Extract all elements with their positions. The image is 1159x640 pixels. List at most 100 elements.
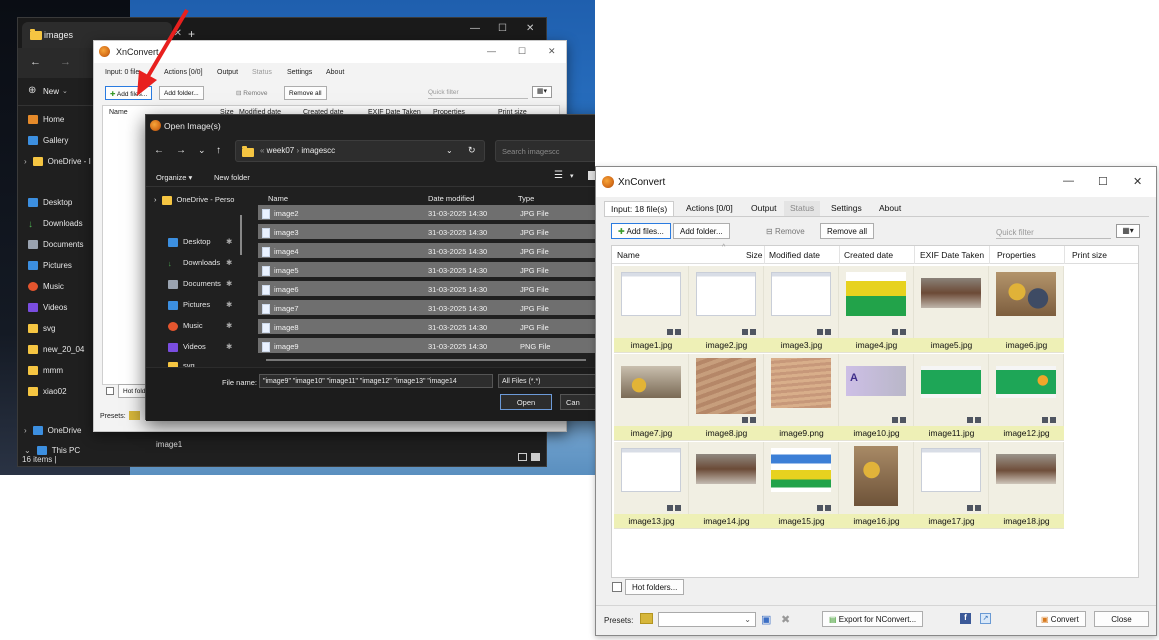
tab-output[interactable]: Output: [217, 69, 238, 76]
sidebar-item-desktop[interactable]: Desktop: [28, 198, 72, 208]
sidebar-item-onedrive-2[interactable]: › OneDrive: [24, 426, 81, 436]
thumbnail-item[interactable]: image7.jpg: [614, 354, 689, 441]
address-bar[interactable]: « week07 › imagescc ⌄ ↻: [235, 140, 485, 162]
back-icon[interactable]: ←: [154, 145, 164, 156]
new-button[interactable]: New: [43, 87, 59, 96]
file-row[interactable]: image4 31-03-2025 14:30 JPG File: [258, 243, 595, 258]
explorer-file-item[interactable]: image1: [156, 440, 182, 449]
presets-select[interactable]: ⌄: [658, 612, 756, 627]
thumbnail-item[interactable]: image17.jpg: [914, 442, 989, 529]
column-exif[interactable]: EXIF Date Taken: [920, 250, 984, 260]
tab-about[interactable]: About: [873, 201, 907, 216]
thumbnail-item[interactable]: image5.jpg: [914, 266, 989, 353]
file-type-select[interactable]: All Files (*.*): [498, 374, 595, 388]
thumbnail-item[interactable]: image13.jpg: [614, 442, 689, 529]
file-row[interactable]: image9 31-03-2025 14:30 PNG File: [258, 338, 595, 353]
column-name[interactable]: Name: [617, 250, 640, 260]
column-name[interactable]: Name: [109, 109, 128, 116]
tiles-view-icon[interactable]: [531, 453, 540, 461]
tab-actions[interactable]: Actions [0/0]: [680, 201, 739, 216]
view-mode-button[interactable]: ▦▾: [1116, 224, 1140, 238]
sidebar-item-this-pc[interactable]: ⌄ This PC: [24, 446, 80, 456]
details-view-icon[interactable]: [518, 453, 527, 461]
cancel-button[interactable]: Can: [560, 394, 595, 410]
chevron-down-icon[interactable]: ⌄: [446, 146, 453, 155]
column-size[interactable]: Size: [746, 250, 763, 260]
add-files-button[interactable]: ✚ Add files...: [611, 223, 671, 239]
save-preset-icon[interactable]: ▣: [761, 613, 771, 626]
column-date-modified[interactable]: Date modified: [428, 194, 474, 203]
file-name-input[interactable]: "image9" "image10" "image11" "image12" "…: [259, 374, 493, 388]
up-icon[interactable]: ↑: [216, 145, 221, 156]
thumbnail-item[interactable]: image16.jpg: [839, 442, 914, 529]
thumbnail-item[interactable]: image4.jpg: [839, 266, 914, 353]
sidebar-scrollbar[interactable]: [240, 215, 242, 255]
thumbnail-item[interactable]: image6.jpg: [989, 266, 1064, 353]
dialog-sidebar-pictures[interactable]: Pictures ✱: [168, 300, 232, 310]
minimize-icon[interactable]: —: [470, 23, 480, 34]
dialog-search-input[interactable]: Search imagescc⌕: [495, 140, 595, 162]
thumbnail-item[interactable]: image9.png: [764, 354, 839, 441]
horizontal-scrollbar[interactable]: [266, 359, 586, 361]
thumbnail-item[interactable]: image18.jpg: [989, 442, 1064, 529]
chevron-down-icon[interactable]: ▾: [570, 172, 574, 180]
hot-folders-button[interactable]: Hot folders...: [625, 579, 685, 595]
hot-folders-checkbox[interactable]: [106, 387, 114, 395]
sidebar-item-home[interactable]: Home: [28, 115, 64, 125]
sidebar-item-downloads[interactable]: ↓ Downloads: [28, 219, 83, 230]
remove-button[interactable]: ⊟ Remove: [766, 227, 805, 236]
quick-filter-input[interactable]: Quick filter: [996, 224, 1111, 239]
column-name[interactable]: Name: [268, 194, 288, 203]
sidebar-item-svg[interactable]: svg: [28, 324, 55, 334]
sidebar-item-pictures[interactable]: Pictures: [28, 261, 72, 271]
column-modified[interactable]: Modified date: [769, 250, 820, 260]
minimize-icon[interactable]: —: [1063, 175, 1074, 187]
maximize-icon[interactable]: ☐: [498, 23, 507, 34]
maximize-icon[interactable]: ☐: [518, 46, 526, 57]
maximize-icon[interactable]: ☐: [1098, 175, 1108, 188]
remove-button[interactable]: ⊟ Remove: [236, 89, 267, 97]
tab-settings[interactable]: Settings: [825, 201, 868, 216]
sidebar-item-mmm[interactable]: mmm: [28, 366, 63, 376]
open-button[interactable]: Open: [500, 394, 552, 410]
close-icon[interactable]: ✕: [526, 23, 534, 34]
dialog-sidebar-desktop[interactable]: Desktop ✱: [168, 237, 232, 247]
file-row[interactable]: image6 31-03-2025 14:30 JPG File: [258, 281, 595, 296]
sidebar-item-onedrive[interactable]: › OneDrive - I: [24, 157, 91, 167]
delete-preset-icon[interactable]: ✖: [781, 613, 790, 626]
thumbnail-item[interactable]: image1.jpg: [614, 266, 689, 353]
dialog-sidebar-onedrive[interactable]: › OneDrive - Perso: [154, 195, 234, 205]
preset-folder-icon[interactable]: [640, 613, 653, 624]
column-created[interactable]: Created date: [844, 250, 893, 260]
column-type[interactable]: Type: [518, 194, 534, 203]
file-row[interactable]: image8 31-03-2025 14:30 JPG File: [258, 319, 595, 334]
sidebar-item-documents[interactable]: Documents: [28, 240, 83, 250]
close-icon[interactable]: ✕: [1133, 175, 1142, 188]
thumbnail-item[interactable]: image15.jpg: [764, 442, 839, 529]
new-folder-button[interactable]: New folder: [214, 173, 250, 182]
thumbnail-item[interactable]: image11.jpg: [914, 354, 989, 441]
recent-locations-icon[interactable]: ⌄: [198, 145, 206, 156]
tab-status[interactable]: Status: [252, 69, 272, 76]
add-folder-button[interactable]: Add folder...: [673, 223, 730, 239]
forward-icon[interactable]: →: [176, 145, 186, 156]
tab-settings[interactable]: Settings: [287, 69, 312, 76]
minimize-icon[interactable]: —: [487, 46, 496, 56]
dialog-sidebar-music[interactable]: Music ✱: [168, 321, 232, 331]
preview-pane-icon[interactable]: [588, 171, 595, 180]
remove-all-button[interactable]: Remove all: [284, 86, 327, 100]
tab-about[interactable]: About: [326, 69, 344, 76]
sidebar-item-gallery[interactable]: Gallery: [28, 136, 68, 146]
file-row[interactable]: image2 31-03-2025 14:30 JPG File: [258, 205, 595, 220]
thumbnail-item[interactable]: Aimage10.jpg: [839, 354, 914, 441]
dialog-sidebar-videos[interactable]: Videos ✱: [168, 342, 232, 352]
close-button[interactable]: Close: [1094, 611, 1149, 627]
refresh-icon[interactable]: ↻: [468, 145, 476, 156]
sidebar-item-xiao02[interactable]: xiao02: [28, 387, 67, 397]
convert-button[interactable]: ▣ Convert: [1036, 611, 1086, 627]
thumbnail-item[interactable]: image3.jpg: [764, 266, 839, 353]
thumbnail-item[interactable]: image2.jpg: [689, 266, 764, 353]
tab-output[interactable]: Output: [745, 201, 783, 216]
thumbnail-item[interactable]: image14.jpg: [689, 442, 764, 529]
dialog-sidebar-documents[interactable]: Documents ✱: [168, 279, 232, 289]
